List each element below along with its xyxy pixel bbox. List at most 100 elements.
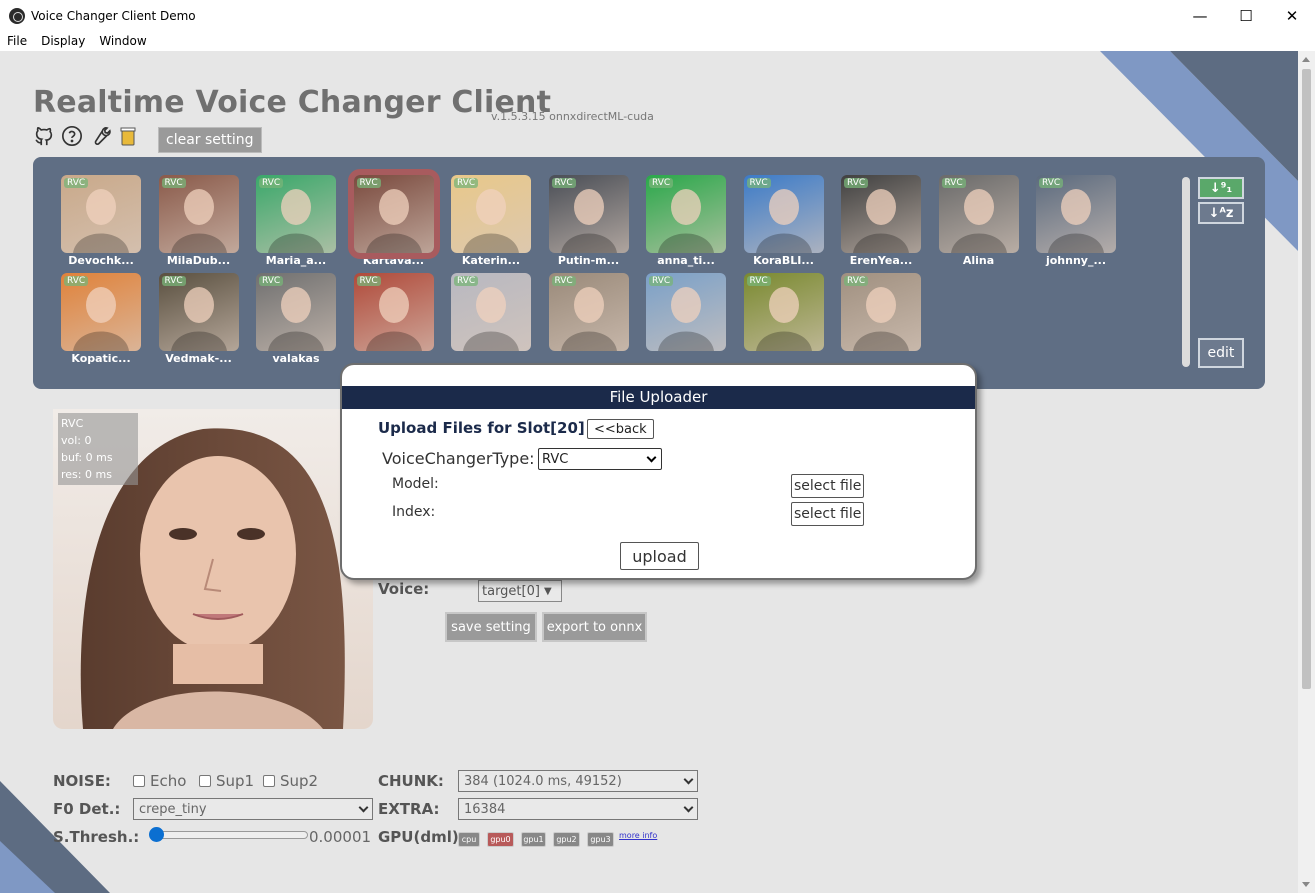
sup2-label: Sup2: [280, 772, 319, 790]
slot-type-badge: RVC: [161, 276, 186, 286]
more-info-link[interactable]: more info: [619, 831, 657, 840]
model-slot[interactable]: RVC Maria_a...: [256, 175, 336, 267]
model-slot[interactable]: RVC: [548, 273, 629, 352]
model-slot[interactable]: RVC Kopatic...: [61, 273, 141, 365]
clear-setting-button[interactable]: clear setting: [158, 127, 262, 153]
model-slot[interactable]: RVC Vedmak-...: [158, 273, 239, 365]
scroll-thumb[interactable]: [1302, 69, 1311, 689]
model-slot[interactable]: RVC Kartava...: [347, 169, 440, 267]
model-slot[interactable]: RVC KoraBLI...: [743, 175, 824, 267]
info-model-type: RVC: [61, 417, 84, 430]
chevron-down-icon: [358, 802, 369, 813]
back-button[interactable]: <<back: [587, 419, 654, 439]
dialog-title: File Uploader: [342, 386, 975, 409]
extra-select[interactable]: 16384: [458, 798, 698, 820]
model-slot[interactable]: RVC: [646, 273, 726, 352]
menu-display[interactable]: Display: [34, 34, 92, 48]
model-slot[interactable]: RVC Devochk...: [61, 175, 141, 267]
info-volume: vol: 0: [61, 434, 92, 447]
scroll-down-icon[interactable]: [1302, 882, 1310, 887]
slot-name: johnny_...: [1045, 254, 1107, 267]
maximize-button[interactable]: ☐: [1223, 0, 1269, 31]
edit-button[interactable]: edit: [1198, 338, 1244, 368]
coffee-icon[interactable]: [117, 125, 139, 147]
version-label: v.1.5.3.15 onnxdirectML-cuda: [491, 110, 654, 123]
gpu-0-button[interactable]: gpu0: [487, 832, 514, 847]
model-slot[interactable]: RVC: [353, 273, 434, 352]
voice-changer-type-value: RVC: [542, 451, 569, 467]
voice-select-value: target[0]: [482, 583, 540, 599]
slot-type-badge: RVC: [746, 276, 771, 286]
slot-type-badge: RVC: [844, 276, 869, 286]
voice-select[interactable]: target[0] ▼: [478, 580, 562, 602]
gpu-1-button[interactable]: gpu1: [521, 832, 546, 847]
select-index-file-button[interactable]: select file: [791, 502, 865, 526]
slot-name: Vedmak-...: [165, 352, 232, 365]
model-slot[interactable]: RVC Katerin...: [451, 175, 531, 267]
sort-numeric-button[interactable]: ↓⁹₁: [1198, 177, 1244, 199]
model-slot[interactable]: RVC ErenYea...: [841, 175, 921, 267]
chunk-label: CHUNK:: [378, 772, 444, 790]
status-info-box: RVC vol: 0 buf: 0 ms res: 0 ms: [58, 413, 138, 485]
slot-name: anna_ti...: [657, 254, 715, 267]
slot-name: KoraBLI...: [753, 254, 814, 267]
page-scrollbar[interactable]: [1298, 51, 1315, 893]
chunk-value: 384 (1024.0 ms, 49152): [464, 773, 622, 789]
app-icon: [9, 7, 25, 24]
slot-thumbnail: RVC: [451, 175, 531, 253]
slot-thumbnail: RVC: [61, 273, 141, 351]
model-slot[interactable]: RVC Putin-m...: [548, 175, 629, 267]
sthresh-slider[interactable]: [149, 827, 308, 842]
chevron-down-icon: ▼: [543, 585, 552, 597]
upload-button[interactable]: upload: [620, 542, 699, 570]
menu-window[interactable]: Window: [92, 34, 153, 48]
model-slot[interactable]: RVC johnny_...: [1036, 175, 1116, 267]
slot-thumbnail: RVC: [451, 273, 531, 351]
slot-thumbnail: RVC: [938, 175, 1019, 253]
model-slot[interactable]: RVC valakas: [256, 273, 336, 365]
slot-thumbnail: RVC: [256, 175, 336, 253]
gpu-2-button[interactable]: gpu2: [553, 832, 580, 847]
wrench-icon[interactable]: [89, 125, 111, 147]
gpu-3-button[interactable]: gpu3: [587, 832, 614, 847]
f0-select[interactable]: crepe_tiny: [133, 798, 373, 820]
slot-thumbnail: RVC: [841, 175, 921, 253]
extra-value: 16384: [464, 801, 506, 817]
model-label: Model:: [392, 476, 439, 492]
voice-changer-type-select[interactable]: RVC: [538, 448, 662, 470]
chevron-down-icon: [683, 802, 694, 813]
select-model-file-button[interactable]: select file: [791, 474, 865, 498]
close-button[interactable]: ✕: [1269, 0, 1315, 31]
echo-checkbox[interactable]: Echo: [133, 772, 186, 790]
slot-thumbnail: RVC: [743, 175, 824, 253]
model-slot[interactable]: RVC: [743, 273, 824, 352]
gpu-cpu-button[interactable]: cpu: [458, 832, 480, 847]
minimize-button[interactable]: —: [1177, 0, 1223, 31]
help-icon[interactable]: [61, 125, 83, 147]
slot-type-badge: RVC: [356, 178, 381, 188]
slot-thumbnail: RVC: [353, 273, 434, 351]
model-slot[interactable]: RVC MilaDub...: [158, 175, 239, 267]
slot-type-badge: RVC: [941, 178, 966, 188]
save-setting-button[interactable]: save setting: [445, 612, 537, 642]
model-slot[interactable]: RVC Alina: [938, 175, 1019, 267]
menu-file[interactable]: File: [0, 34, 34, 48]
export-onnx-button[interactable]: export to onnx: [542, 612, 647, 642]
slot-name: Putin-m...: [557, 254, 620, 267]
chunk-select[interactable]: 384 (1024.0 ms, 49152): [458, 770, 698, 792]
model-slot[interactable]: RVC anna_ti...: [646, 175, 726, 267]
slot-type-badge: RVC: [64, 276, 89, 286]
slot-name: Devochk...: [68, 254, 134, 267]
slider-knob[interactable]: [149, 827, 164, 842]
scroll-up-icon[interactable]: [1302, 57, 1310, 62]
slot-type-badge: RVC: [551, 178, 576, 188]
slot-scrollbar[interactable]: [1182, 177, 1190, 367]
slot-thumbnail: RVC: [158, 175, 239, 253]
voice-changer-type-label: VoiceChangerType:: [382, 449, 535, 468]
model-slot[interactable]: RVC: [451, 273, 531, 352]
sup2-checkbox[interactable]: Sup2: [263, 772, 318, 790]
sort-alpha-button[interactable]: ↓ᴬᴢ: [1198, 202, 1244, 224]
github-icon[interactable]: [33, 125, 55, 147]
model-slot[interactable]: RVC: [841, 273, 921, 352]
sup1-checkbox[interactable]: Sup1: [199, 772, 254, 790]
